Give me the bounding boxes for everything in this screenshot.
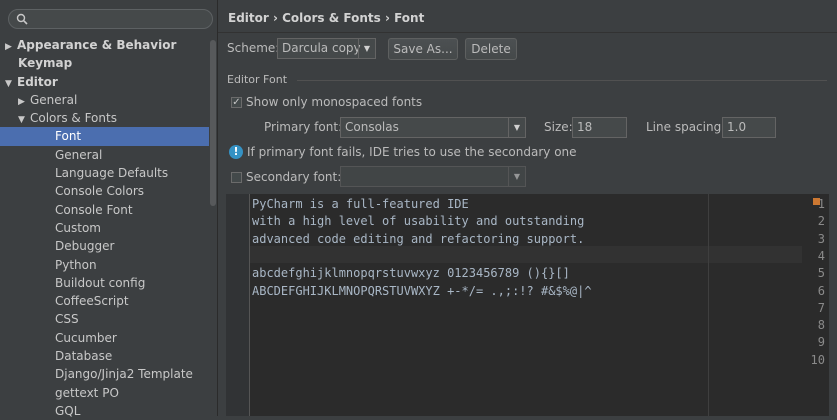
section-divider	[297, 80, 827, 81]
sidebar-item[interactable]: Django/Jinja2 Template	[0, 365, 209, 383]
line-number: 8	[817, 318, 825, 333]
monospaced-label: Show only monospaced fonts	[246, 95, 423, 109]
sidebar-item[interactable]: Buildout config	[0, 274, 209, 292]
sidebar-item-label: Custom	[55, 220, 101, 235]
secondary-font-label: Secondary font:	[246, 170, 342, 184]
sidebar-scrollbar[interactable]	[210, 40, 216, 206]
save-as-button[interactable]: Save As...	[388, 38, 458, 60]
sidebar-item[interactable]: Keymap	[0, 54, 209, 72]
sidebar-item-label: gettext PO	[55, 385, 119, 400]
sidebar-item-label: Font	[55, 129, 82, 144]
font-preview-editor[interactable]: 1 PyCharm is a full-featured IDE 2 with a h…	[226, 194, 829, 416]
sidebar-item-label: Buildout config	[55, 275, 146, 290]
chevron-down-icon: ▼	[508, 167, 525, 186]
right-margin-guide	[708, 194, 709, 416]
sidebar-item-label: Debugger	[55, 239, 115, 254]
sidebar-item-label: CSS	[55, 312, 79, 327]
preview-code-line: with a high level of usability and outst…	[252, 214, 585, 229]
settings-tree: ▶ Appearance & Behavior Keymap ▼ Editor ▶ Gene…	[0, 36, 209, 420]
sidebar-item[interactable]: GQL	[0, 402, 209, 420]
preview-code-line: abcdefghijklmnopqrstuvwxyz 0123456789 ()…	[252, 266, 570, 281]
settings-sidebar: ▶ Appearance & Behavior Keymap ▼ Editor ▶ Gene…	[0, 0, 217, 418]
sidebar-item[interactable]: General	[0, 146, 209, 164]
chevron-down-icon: ▼	[508, 118, 525, 137]
line-number: 9	[817, 335, 825, 350]
sidebar-item[interactable]: Font	[0, 127, 209, 146]
chevron-down-icon: ▼	[358, 39, 375, 58]
current-line-highlight	[250, 246, 802, 263]
sidebar-item-label: Language Defaults	[55, 166, 169, 181]
sidebar-item-label: Colors & Fonts	[30, 111, 117, 126]
scheme-select[interactable]: Darcula copy ▼	[277, 38, 376, 59]
line-number: 4	[817, 248, 825, 263]
sidebar-item-label: Editor	[17, 74, 58, 89]
secondary-font-select[interactable]: ▼	[340, 166, 526, 187]
sidebar-item[interactable]: ▼ Editor	[0, 73, 209, 91]
error-stripe-marker	[813, 198, 820, 205]
line-number: 2	[817, 214, 825, 229]
sidebar-item-label: Database	[55, 349, 113, 364]
sidebar-item[interactable]: Python	[0, 256, 209, 274]
sidebar-item[interactable]: ▼ Colors & Fonts	[0, 109, 209, 127]
scheme-label: Scheme:	[227, 41, 280, 55]
search-input[interactable]	[8, 9, 213, 29]
monospaced-checkbox[interactable]: ✓	[231, 97, 242, 108]
search-icon	[16, 13, 28, 25]
sidebar-item-label: General	[30, 92, 78, 107]
preview-code-line: ABCDEFGHIJKLMNOPQRSTUVWXYZ +-*/= .,;:!? …	[252, 283, 592, 298]
primary-font-select[interactable]: Consolas ▼	[340, 117, 526, 138]
sidebar-item-label: General	[55, 147, 103, 162]
section-title: Editor Font	[227, 73, 288, 86]
sidebar-item-label: Python	[55, 257, 97, 272]
line-number-gutter	[226, 194, 250, 416]
size-input[interactable]: 18	[572, 117, 627, 138]
preview-code-line: PyCharm is a full-featured IDE	[252, 197, 469, 211]
line-number: 5	[817, 266, 825, 281]
sidebar-item[interactable]: Cucumber	[0, 329, 209, 347]
sidebar-item[interactable]: Language Defaults	[0, 164, 209, 182]
sidebar-item[interactable]: ▶ Appearance & Behavior	[0, 36, 209, 54]
info-message: If primary font fails, IDE tries to use …	[247, 145, 577, 159]
line-spacing-input[interactable]: 1.0	[722, 117, 776, 138]
sidebar-item-label: Appearance & Behavior	[17, 38, 177, 52]
sidebar-item[interactable]: Console Font	[0, 201, 209, 219]
breadcrumb-separator	[218, 32, 837, 33]
sidebar-item[interactable]: Debugger	[0, 237, 209, 255]
sidebar-item[interactable]: CSS	[0, 310, 209, 328]
line-number: 7	[817, 300, 825, 315]
preview-code-line: advanced code editing and refactoring su…	[252, 231, 585, 246]
breadcrumb: Editor › Colors & Fonts › Font	[228, 11, 425, 25]
secondary-font-checkbox[interactable]	[231, 172, 242, 183]
scheme-value: Darcula copy	[282, 41, 361, 55]
sidebar-item-label: Console Colors	[55, 184, 145, 199]
sidebar-item[interactable]: ▶ General	[0, 91, 209, 109]
sidebar-item[interactable]: Database	[0, 347, 209, 365]
line-number: 10	[810, 352, 825, 367]
size-label: Size:	[544, 120, 573, 134]
line-number: 3	[817, 231, 825, 246]
line-spacing-label: Line spacing:	[646, 120, 726, 134]
settings-content: Editor › Colors & Fonts › Font Scheme: D…	[218, 0, 837, 416]
sidebar-item[interactable]: CoffeeScript	[0, 292, 209, 310]
delete-button[interactable]: Delete	[465, 38, 517, 60]
sidebar-item-label: Keymap	[18, 56, 73, 71]
sidebar-item-label: CoffeeScript	[55, 294, 129, 309]
sidebar-item-label: Django/Jinja2 Template	[55, 367, 193, 382]
sidebar-item[interactable]: Custom	[0, 219, 209, 237]
sidebar-item-label: Cucumber	[55, 330, 117, 345]
primary-font-value: Consolas	[345, 120, 399, 134]
line-number: 6	[817, 283, 825, 298]
sidebar-item-label: Console Font	[55, 202, 133, 217]
info-icon: !	[229, 145, 243, 159]
sidebar-item[interactable]: Console Colors	[0, 182, 209, 200]
primary-font-label: Primary font:	[264, 120, 343, 134]
sidebar-item[interactable]: gettext PO	[0, 384, 209, 402]
